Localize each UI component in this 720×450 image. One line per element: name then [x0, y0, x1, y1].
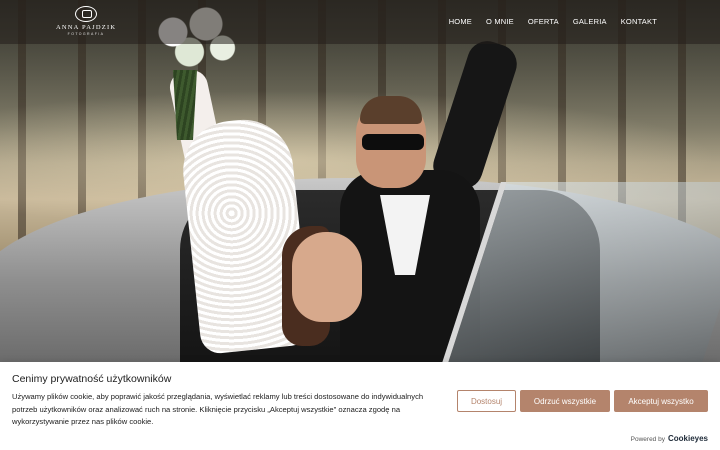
powered-by-label: Powered by — [630, 436, 665, 443]
reject-all-button[interactable]: Odrzuć wszystkie — [520, 390, 610, 412]
cookie-consent-banner: Cenimy prywatność użytkowników Używamy p… — [0, 362, 720, 450]
site-logo[interactable]: ANNA PAJDZIK FOTOGRAFIA — [56, 6, 116, 40]
nav-contact[interactable]: KONTAKT — [621, 17, 657, 26]
nav-offer[interactable]: OFERTA — [528, 17, 559, 26]
cookieyes-brand[interactable]: Cookieyes — [668, 434, 708, 443]
nav-home[interactable]: HOME — [449, 17, 472, 26]
nav-about[interactable]: O MNIE — [486, 17, 514, 26]
main-nav: HOME O MNIE OFERTA GALERIA KONTAKT — [449, 17, 657, 26]
cookie-description: Używamy plików cookie, aby poprawić jako… — [12, 392, 424, 426]
groom-hair — [360, 96, 422, 124]
nav-gallery[interactable]: GALERIA — [573, 17, 607, 26]
logo-subtitle: FOTOGRAFIA — [67, 32, 105, 36]
accept-all-button[interactable]: Akceptuj wszystko — [614, 390, 708, 412]
sunglasses — [362, 134, 424, 150]
hero-photo — [0, 0, 720, 362]
logo-name: ANNA PAJDZIK — [56, 24, 117, 31]
bride-face — [292, 232, 362, 322]
site-header: ANNA PAJDZIK FOTOGRAFIA HOME O MNIE OFER… — [0, 0, 720, 44]
customize-button[interactable]: Dostosuj — [457, 390, 516, 412]
cookie-title: Cenimy prywatność użytkowników — [12, 373, 172, 385]
camera-logo-icon — [75, 6, 97, 22]
powered-by: Powered by Cookieyes — [631, 434, 708, 443]
